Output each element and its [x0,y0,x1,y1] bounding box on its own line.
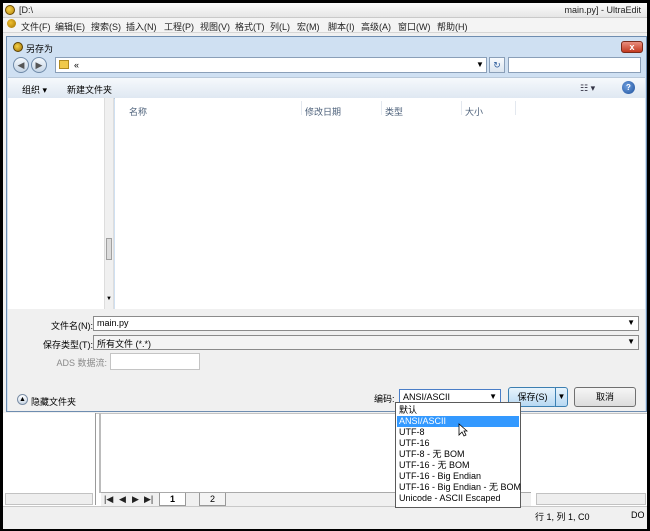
menu-bar: 文件(F) 编辑(E) 搜索(S) 插入(N) 工程(P) 视图(V) 格式(T… [3,18,647,33]
ultraedit-window: [D:\ main.py] - UltraEdit 文件(F) 编辑(E) 搜索… [3,3,647,529]
last-tab-icon[interactable]: ▶| [144,494,153,505]
save-as-dialog: 另存为 x ◀ ▶ « ▼ ↻ 组织 ▾ 新建文件夹 ☷ ▾ ? ▼ 名称 修改… [6,36,647,412]
status-cursor-position: 行 1, 列 1, C0 [535,512,590,522]
filename-label: 文件名(N): [51,321,93,331]
menu-search[interactable]: 搜索(S) [91,20,121,33]
encoding-option-utf16-be[interactable]: UTF-16 - Big Endian [397,471,519,482]
encoding-option-utf16-nobom[interactable]: UTF-16 - 无 BOM [397,460,519,471]
document-icon [7,19,16,28]
encoding-option-unicode-escaped[interactable]: Unicode - ASCII Escaped [397,493,519,504]
tab-1[interactable]: 1 [159,493,187,506]
navigation-scrollbar[interactable]: ▼ [104,98,114,309]
organize-button[interactable]: 组织 ▾ [22,83,47,96]
menu-script[interactable]: 脚本(I) [328,20,355,33]
menu-window[interactable]: 窗口(W) [398,20,431,33]
search-input[interactable] [508,57,641,73]
column-divider [381,101,382,115]
menu-help[interactable]: 帮助(H) [437,20,468,33]
menu-file[interactable]: 文件(F) [21,20,51,33]
menu-advanced[interactable]: 高级(A) [361,20,391,33]
filetype-label: 保存类型(T): [43,340,93,350]
back-arrow-icon[interactable]: ◀ [13,57,29,73]
file-list[interactable]: 名称 修改日期 类型 大小 [115,98,645,309]
encoding-value: ANSI/ASCII [403,392,451,402]
mouse-pointer-icon [458,423,468,437]
editor-horizontal-scrollbar[interactable] [536,493,646,505]
help-icon[interactable]: ? [622,81,635,94]
navigation-pane[interactable] [8,98,104,309]
column-modified[interactable]: 修改日期 [305,105,341,118]
panel-splitter[interactable] [99,413,101,493]
encoding-option-utf16-be-nobom[interactable]: UTF-16 - Big Endian - 无 BOM [397,482,521,493]
file-tree-panel[interactable] [3,413,96,505]
menu-view[interactable]: 视图(V) [200,20,230,33]
scroll-down-icon[interactable]: ▼ [106,296,112,302]
encoding-label: 编码: [374,394,395,404]
encoding-dropdown-list: 默认 ANSI/ASCII UTF-8 UTF-16 UTF-8 - 无 BOM… [395,402,521,508]
folder-icon [59,60,69,69]
new-folder-button[interactable]: 新建文件夹 [67,83,112,96]
column-name[interactable]: 名称 [129,105,147,118]
save-options-icon[interactable]: ▼ [555,387,568,407]
column-type[interactable]: 类型 [385,105,403,118]
filename-input[interactable]: main.py ▼ [93,316,639,331]
view-options-icon[interactable]: ☷ ▾ [580,83,595,94]
breadcrumb[interactable]: « [74,60,79,70]
title-bar: [D:\ main.py] - UltraEdit [3,3,647,18]
chevron-down-icon[interactable]: ▼ [627,337,635,346]
encoding-option-utf8-nobom[interactable]: UTF-8 - 无 BOM [397,449,519,460]
chevron-down-icon[interactable]: ▼ [627,318,635,327]
collapse-up-icon[interactable]: ▲ [17,394,28,405]
dialog-toolbar: 组织 ▾ 新建文件夹 ☷ ▾ ? [8,77,645,99]
prev-tab-icon[interactable]: ◀ [119,494,126,505]
encoding-option-utf16[interactable]: UTF-16 [397,438,519,449]
cancel-button[interactable]: 取消 [574,387,636,407]
window-title: main.py] - UltraEdit [564,5,641,15]
status-line-ending: DO [631,510,645,520]
chevron-down-icon[interactable]: ▼ [489,392,497,401]
window-path: [D:\ [19,5,34,15]
next-tab-icon[interactable]: ▶ [132,494,139,505]
left-panel-scrollbar[interactable] [5,493,93,505]
menu-edit[interactable]: 编辑(E) [55,20,85,33]
menu-macro[interactable]: 宏(M) [297,20,320,33]
address-bar[interactable]: « ▼ [55,57,487,73]
filename-value: main.py [97,318,129,328]
filetype-value: 所有文件 (*.*) [97,339,152,349]
column-divider [301,101,302,115]
encoding-option-default[interactable]: 默认 [397,405,519,416]
filetype-select[interactable]: 所有文件 (*.*) ▼ [93,335,639,350]
column-divider [515,101,516,115]
first-tab-icon[interactable]: |◀ [104,494,113,505]
ultraedit-logo-icon [5,5,15,15]
column-size[interactable]: 大小 [465,105,483,118]
column-divider [461,101,462,115]
dialog-app-icon [13,42,23,52]
chevron-down-icon[interactable]: ▼ [476,60,484,69]
hide-folders-toggle[interactable]: 隐藏文件夹 [31,395,76,408]
refresh-icon[interactable]: ↻ [489,57,505,73]
menu-insert[interactable]: 插入(N) [126,20,157,33]
ads-stream-label: ADS 数据流: [56,358,107,368]
menu-format[interactable]: 格式(T) [235,20,265,33]
scrollbar-thumb[interactable] [106,238,112,260]
forward-arrow-icon[interactable]: ▶ [31,57,47,73]
menu-project[interactable]: 工程(P) [164,20,194,33]
menu-column[interactable]: 列(L) [270,20,290,33]
dialog-title: 另存为 [26,44,54,54]
tab-2[interactable]: 2 [199,493,227,506]
close-button[interactable]: x [621,41,643,53]
ads-stream-input[interactable] [110,353,200,370]
